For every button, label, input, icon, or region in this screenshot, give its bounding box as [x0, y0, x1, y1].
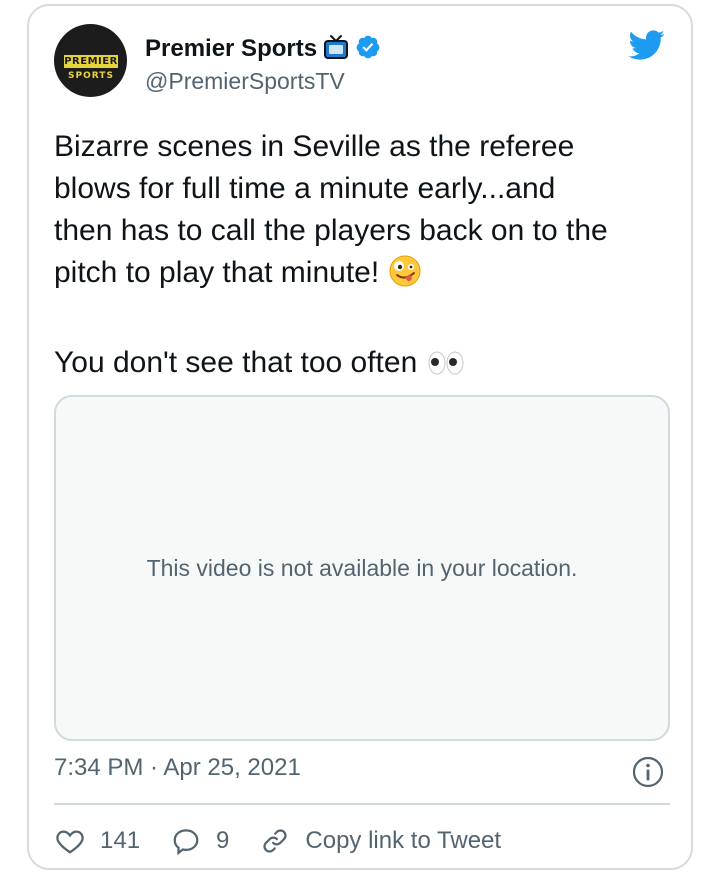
tweet-text-line: Bizarre scenes in Seville as the referee: [54, 130, 575, 163]
copy-link-button[interactable]: Copy link to Tweet: [259, 826, 501, 856]
tweet-actions: 141 9 Copy link to Tweet: [54, 821, 531, 861]
tweet-text: Bizarre scenes in Seville as the referee…: [54, 126, 674, 390]
info-icon[interactable]: [631, 755, 665, 789]
author-display-name[interactable]: Premier Sports: [145, 35, 317, 63]
tv-icon: [323, 34, 349, 65]
like-count: 141: [100, 827, 141, 854]
divider: [54, 803, 670, 805]
video-unavailable-message: This video is not available in your loca…: [146, 554, 578, 581]
author-name-row: Premier Sports: [145, 32, 381, 66]
copy-link-label: Copy link to Tweet: [305, 827, 502, 854]
tweet-text-line: blows for full time a minute early...and: [54, 172, 556, 205]
author-handle[interactable]: @PremierSportsTV: [145, 68, 345, 95]
video-placeholder[interactable]: This video is not available in your loca…: [54, 395, 670, 741]
avatar[interactable]: PREMIER SPORTS: [54, 24, 127, 97]
tweet-timestamp[interactable]: 7:34 PM · Apr 25, 2021: [54, 754, 301, 782]
zany-face-emoji: [388, 254, 422, 300]
heart-icon: [54, 826, 86, 856]
reply-icon: [170, 826, 202, 856]
like-button[interactable]: 141: [54, 826, 140, 856]
twitter-bird-icon[interactable]: [625, 26, 667, 64]
eyes-emoji: [426, 348, 466, 390]
tweet-text-line: then has to call the players back on to …: [54, 214, 608, 247]
tweet-text-line: You don't see that too often: [54, 346, 426, 379]
reply-count: 9: [216, 827, 230, 854]
reply-button[interactable]: 9: [170, 826, 229, 856]
verified-badge-icon: [355, 34, 381, 65]
tweet-card: PREMIER SPORTS Premier Sports @PremierSp…: [27, 4, 693, 870]
link-icon: [259, 826, 291, 856]
avatar-logo-bottom: SPORTS: [68, 71, 114, 81]
tweet-text-line: pitch to play that minute!: [54, 256, 388, 289]
avatar-logo-top: PREMIER: [64, 55, 118, 68]
